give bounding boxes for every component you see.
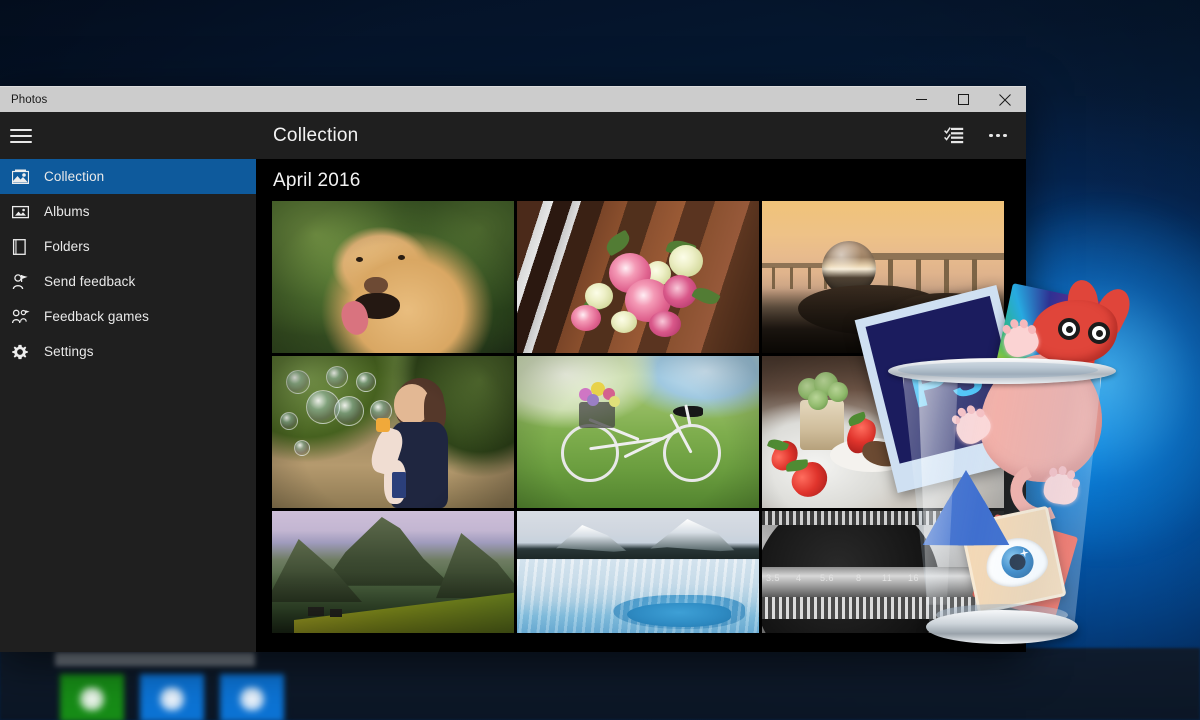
hamburger-icon — [10, 125, 32, 147]
lens-marking: 8 — [856, 573, 862, 583]
roses-photo[interactable] — [517, 201, 759, 353]
page-title: Collection — [273, 124, 359, 146]
tile-glow — [157, 685, 187, 712]
section-title: April 2016 — [273, 170, 361, 191]
select-button[interactable] — [934, 116, 974, 156]
sidebar-item-folders[interactable]: Folders — [0, 229, 256, 264]
window-controls — [900, 87, 1026, 113]
mountain-photo[interactable] — [272, 511, 514, 633]
sidebar-item-label: Folders — [44, 239, 90, 254]
sidebar-item-albums[interactable]: Albums — [0, 194, 256, 229]
desktop: Photos Collection Albums Folders Send fe… — [0, 0, 1200, 720]
lens-marking: 3.5 — [766, 573, 781, 583]
more-options-icon — [989, 133, 1007, 138]
sidebar: Collection Albums Folders Send feedback … — [0, 112, 256, 652]
bubbles-photo[interactable] — [272, 356, 514, 508]
send-feedback-icon — [12, 273, 38, 290]
sidebar-item-send-feedback[interactable]: Send feedback — [0, 264, 256, 299]
close-icon — [999, 93, 1011, 106]
sidebar-item-label: Feedback games — [44, 309, 149, 324]
maximize-icon — [957, 94, 969, 105]
collection-icon — [12, 169, 38, 184]
tile-glow — [77, 685, 107, 712]
gear-icon — [12, 344, 38, 360]
select-icon — [944, 127, 964, 144]
pink-creature-eye — [1058, 318, 1080, 340]
lens-marking: 4 — [796, 573, 802, 583]
bin-base — [926, 610, 1078, 644]
bicycle-photo[interactable] — [517, 356, 759, 508]
title-bar[interactable]: Photos — [0, 86, 1026, 112]
app-title: Photos — [11, 93, 48, 106]
more-options-button[interactable] — [978, 116, 1018, 156]
content-header: Collection — [256, 112, 1026, 159]
minimize-button[interactable] — [900, 87, 942, 113]
maximize-button[interactable] — [942, 87, 984, 113]
minimize-icon — [915, 99, 927, 100]
taskbar-tile-green[interactable] — [60, 674, 124, 720]
albums-icon — [12, 205, 38, 219]
recycle-bin-overlay[interactable]: Ps — [854, 278, 1162, 708]
sidebar-item-settings[interactable]: Settings — [0, 334, 256, 369]
content-header-actions — [934, 116, 1018, 156]
folders-icon — [12, 238, 38, 255]
pink-creature-eye — [1088, 322, 1110, 344]
sidebar-item-label: Settings — [44, 344, 94, 359]
taskbar-tile-blue-1[interactable] — [140, 674, 204, 720]
bin-rim — [888, 358, 1116, 384]
bin-opening — [898, 362, 1098, 378]
tile-glow — [237, 685, 267, 712]
close-button[interactable] — [984, 87, 1026, 113]
recycle-bin[interactable] — [888, 358, 1116, 658]
dog-photo[interactable] — [272, 201, 514, 353]
hamburger-button[interactable] — [0, 112, 256, 159]
sidebar-item-collection[interactable]: Collection — [0, 159, 256, 194]
sidebar-item-label: Collection — [44, 169, 105, 184]
sidebar-item-label: Send feedback — [44, 274, 136, 289]
taskbar-strip — [55, 652, 255, 666]
sidebar-item-label: Albums — [44, 204, 90, 219]
feedback-games-icon — [12, 309, 38, 324]
sidebar-item-feedback-games[interactable]: Feedback games — [0, 299, 256, 334]
taskbar-tile-blue-2[interactable] — [220, 674, 284, 720]
lens-marking: 5.6 — [820, 573, 835, 583]
glacier-photo[interactable] — [517, 511, 759, 633]
